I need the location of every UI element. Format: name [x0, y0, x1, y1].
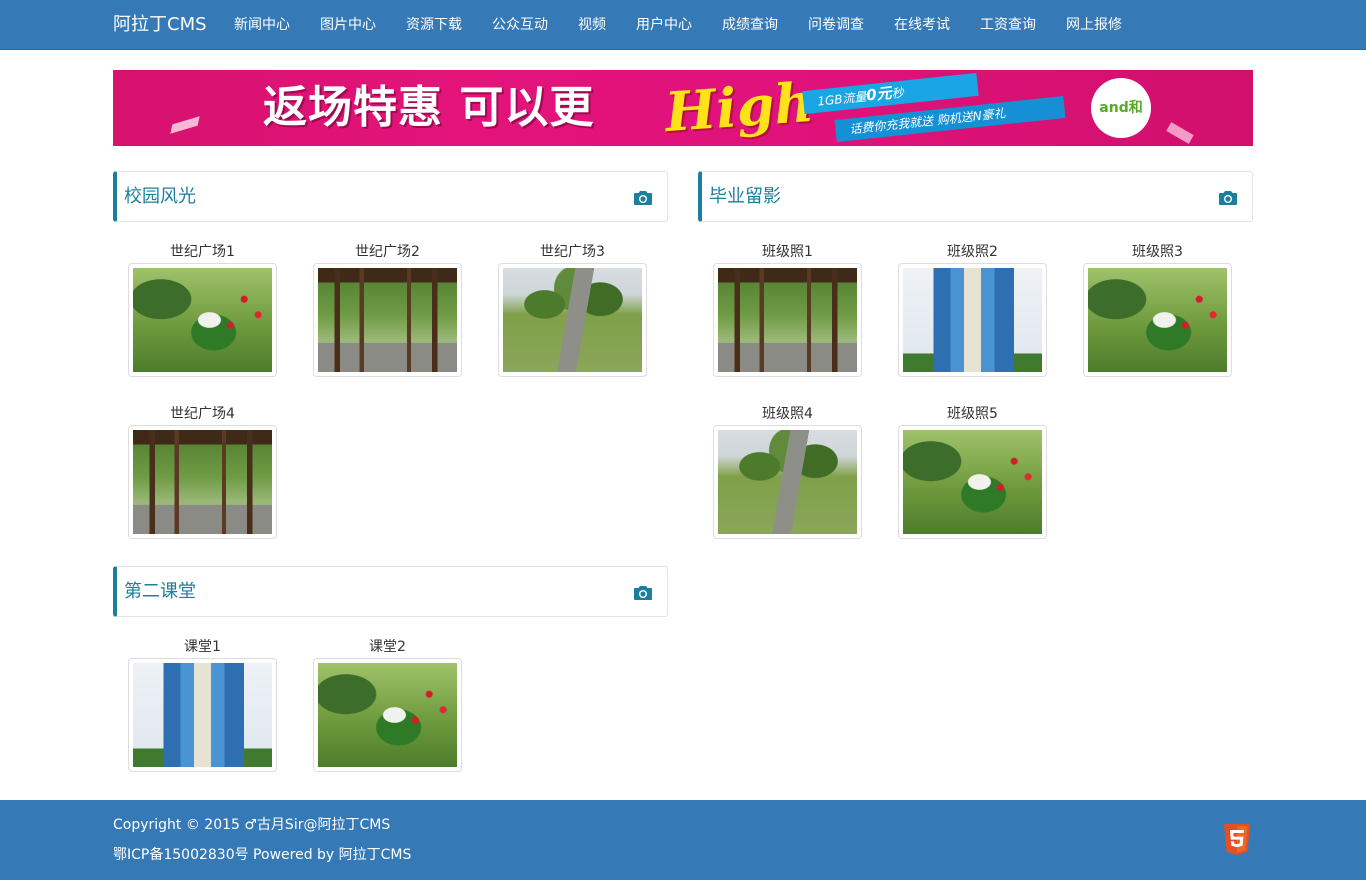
camera-icon: [1219, 191, 1237, 205]
photo-caption[interactable]: 班级照1: [713, 243, 862, 263]
photo-image: [1088, 268, 1227, 372]
camera-icon: [634, 586, 652, 600]
section-title: 校园风光: [124, 186, 196, 207]
and-logo: and和: [1091, 78, 1151, 138]
photo-image: [503, 268, 642, 372]
banner-decoration: [170, 116, 200, 134]
photo-thumbnail[interactable]: [898, 263, 1047, 377]
photo-image: [903, 268, 1042, 372]
camera-icon: [634, 191, 652, 205]
brand-link[interactable]: 阿拉丁CMS: [113, 13, 207, 37]
photo-thumbnail[interactable]: [128, 425, 277, 539]
photo-caption[interactable]: 班级照4: [713, 405, 862, 425]
section-header-second-classroom: 第二课堂: [113, 566, 668, 617]
photo-caption[interactable]: 班级照3: [1083, 243, 1232, 263]
photo-thumbnail[interactable]: [313, 658, 462, 772]
photo-image: [903, 430, 1042, 534]
photo-image: [133, 663, 272, 767]
photo-thumbnail[interactable]: [498, 263, 647, 377]
photo-card[interactable]: 世纪广场4: [128, 405, 277, 539]
nav-item-grades[interactable]: 成绩查询: [707, 0, 793, 50]
photo-card[interactable]: 课堂2: [313, 638, 462, 772]
nav-item-repair[interactable]: 网上报修: [1051, 0, 1137, 50]
nav-item-user-center[interactable]: 用户中心: [621, 0, 707, 50]
photo-image: [133, 430, 272, 534]
photo-image: [718, 430, 857, 534]
nav-item-salary[interactable]: 工资查询: [965, 0, 1051, 50]
footer-copyright: Copyright © 2015 ♂古月Sir@阿拉丁CMS: [113, 817, 391, 833]
banner-decoration: [1166, 122, 1194, 144]
section-title: 第二课堂: [124, 581, 196, 602]
photo-thumbnail[interactable]: [713, 263, 862, 377]
nav-item-interaction[interactable]: 公众互动: [477, 0, 563, 50]
photo-image: [133, 268, 272, 372]
photo-thumbnail[interactable]: [313, 263, 462, 377]
footer-icp: 鄂ICP备15002830号 Powered by 阿拉丁CMS: [113, 847, 412, 863]
banner-title: 返场特惠 可以更: [263, 82, 595, 133]
nav-item-exam[interactable]: 在线考试: [879, 0, 965, 50]
photo-image: [718, 268, 857, 372]
photo-card[interactable]: 世纪广场2: [313, 243, 462, 377]
section-header-campus: 校园风光: [113, 171, 668, 222]
promo-banner[interactable]: 返场特惠 可以更 High 1GB流量0元秒 话费你充我就送 购机送N豪礼 an…: [113, 70, 1253, 146]
nav-item-survey[interactable]: 问卷调查: [793, 0, 879, 50]
photo-thumbnail[interactable]: [1083, 263, 1232, 377]
main-nav: 新闻中心 图片中心 资源下载 公众互动 视频 用户中心 成绩查询 问卷调查 在线…: [219, 0, 1137, 50]
photo-card[interactable]: 世纪广场1: [128, 243, 277, 377]
photo-thumbnail[interactable]: [898, 425, 1047, 539]
nav-item-video[interactable]: 视频: [563, 0, 621, 50]
photo-caption[interactable]: 班级照2: [898, 243, 1047, 263]
photo-card[interactable]: 班级照1: [713, 243, 862, 377]
banner-high-text: High: [662, 70, 816, 145]
photo-card[interactable]: 班级照3: [1083, 243, 1232, 377]
photo-image: [318, 268, 457, 372]
photo-thumbnail[interactable]: [128, 658, 277, 772]
photo-card[interactable]: 班级照2: [898, 243, 1047, 377]
nav-item-news[interactable]: 新闻中心: [219, 0, 305, 50]
html5-icon: [1224, 824, 1250, 855]
photo-image: [318, 663, 457, 767]
photo-caption[interactable]: 班级照5: [898, 405, 1047, 425]
photo-caption[interactable]: 课堂2: [313, 638, 462, 658]
nav-item-downloads[interactable]: 资源下载: [391, 0, 477, 50]
page-footer: Copyright © 2015 ♂古月Sir@阿拉丁CMS 鄂ICP备1500…: [0, 800, 1366, 880]
photo-thumbnail[interactable]: [713, 425, 862, 539]
top-navbar: 阿拉丁CMS 新闻中心 图片中心 资源下载 公众互动 视频 用户中心 成绩查询 …: [0, 0, 1366, 50]
section-header-graduation: 毕业留影: [698, 171, 1253, 222]
photo-card[interactable]: 课堂1: [128, 638, 277, 772]
photo-caption[interactable]: 世纪广场1: [128, 243, 277, 263]
photo-caption[interactable]: 世纪广场4: [128, 405, 277, 425]
photo-thumbnail[interactable]: [128, 263, 277, 377]
photo-card[interactable]: 班级照4: [713, 405, 862, 539]
photo-caption[interactable]: 世纪广场2: [313, 243, 462, 263]
photo-card[interactable]: 世纪广场3: [498, 243, 647, 377]
photo-caption[interactable]: 课堂1: [128, 638, 277, 658]
section-title: 毕业留影: [709, 186, 781, 207]
photo-caption[interactable]: 世纪广场3: [498, 243, 647, 263]
photo-card[interactable]: 班级照5: [898, 405, 1047, 539]
nav-item-images[interactable]: 图片中心: [305, 0, 391, 50]
